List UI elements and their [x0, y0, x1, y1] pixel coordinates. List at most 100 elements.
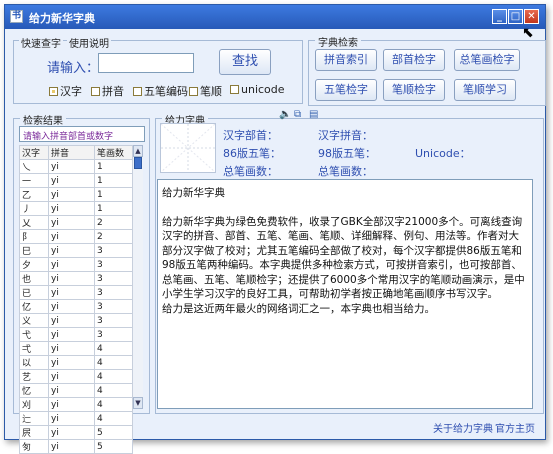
table-row[interactable]: 匇 yi 5 — [19, 439, 133, 454]
search-option-4[interactable]: unicode — [230, 83, 285, 96]
table-row[interactable]: 弌 yi 4 — [19, 341, 133, 356]
table-row[interactable]: 刈 yi 4 — [19, 397, 133, 412]
search-option-label: 汉字 — [60, 85, 82, 98]
column-header[interactable]: 笔画数 — [94, 145, 133, 160]
scroll-up-icon[interactable]: ▲ — [133, 145, 143, 157]
title-bar[interactable]: 书 给力新华字典 _ □ ✕ — [5, 5, 545, 29]
table-row[interactable]: 乀 yi 1 — [19, 159, 133, 174]
search-option-1[interactable]: 拼音 — [91, 83, 124, 99]
table-row[interactable]: 屄 yi 5 — [19, 425, 133, 440]
table-row[interactable]: 乙 yi 1 — [19, 187, 133, 202]
table-row[interactable]: 艺 yi 4 — [19, 369, 133, 384]
table-cell: yi — [48, 215, 95, 230]
table-row[interactable]: 忆 yi 4 — [19, 383, 133, 398]
index-button-4[interactable]: 笔顺检字 — [383, 79, 445, 101]
find-button[interactable]: 查找 — [219, 49, 271, 75]
stroke-order-icon[interactable]: ▤ — [309, 109, 318, 120]
table-cell: 1 — [94, 187, 133, 202]
column-header[interactable]: 拼音 — [48, 145, 95, 160]
table-cell: 巳 — [19, 243, 49, 258]
table-cell: 4 — [94, 369, 133, 384]
speaker-icon[interactable]: 🔈 — [279, 109, 291, 120]
table-row[interactable]: 乂 yi 2 — [19, 215, 133, 230]
about-link[interactable]: 关于给力字典 — [433, 420, 493, 435]
table-row[interactable]: 一 yi 1 — [19, 173, 133, 188]
index-button-2[interactable]: 总笔画检字 — [454, 49, 520, 71]
table-cell: 弋 — [19, 327, 49, 342]
table-cell: 3 — [94, 285, 133, 300]
checkbox-icon[interactable] — [91, 87, 100, 96]
table-cell: 4 — [94, 397, 133, 412]
results-title: 检索结果 — [20, 112, 66, 127]
table-row[interactable]: 以 yi 4 — [19, 355, 133, 370]
results-table: 汉字 拼音 笔画数 乀 yi 1 一 yi 1 乙 yi 1 丿 yi 1 乂 yi 2 阝 yi 2 巳 yi 3 夕 yi 3… — [19, 145, 133, 454]
table-cell: 一 — [19, 173, 49, 188]
table-cell: yi — [48, 383, 95, 398]
results-scrollbar[interactable]: ▲ ▼ — [132, 145, 143, 409]
index-button-5[interactable]: 笔顺学习 — [454, 79, 516, 101]
minimize-button[interactable]: _ — [492, 9, 507, 24]
table-cell: yi — [48, 341, 95, 356]
app-icon: 书 — [10, 10, 23, 23]
table-row[interactable]: 巳 yi 3 — [19, 243, 133, 258]
table-row[interactable]: 丿 yi 1 — [19, 201, 133, 216]
table-cell: 乀 — [19, 159, 49, 174]
results-search-input[interactable]: 请输入拼音部首或数字 — [19, 126, 145, 142]
index-button-1[interactable]: 部首检字 — [383, 49, 445, 71]
strokes-label: 总笔画数： — [223, 165, 278, 178]
window-title: 给力新华字典 — [29, 12, 95, 25]
table-row[interactable]: 辷 yi 4 — [19, 411, 133, 426]
table-cell: 3 — [94, 271, 133, 286]
homepage-link[interactable]: 官方主页 — [495, 420, 535, 435]
table-cell: 5 — [94, 425, 133, 440]
table-cell: 艺 — [19, 369, 49, 384]
intro-text-area[interactable]: 给力新华字典 给力新华字典为绿色免费软件，收录了GBK全部汉字21000多个。可… — [157, 179, 533, 409]
scroll-thumb[interactable] — [134, 157, 142, 169]
close-button[interactable]: ✕ — [524, 9, 539, 24]
table-row[interactable]: 阝 yi 2 — [19, 229, 133, 244]
table-cell: 屄 — [19, 425, 49, 440]
maximize-button[interactable]: □ — [508, 9, 523, 24]
table-cell: 弌 — [19, 341, 49, 356]
menu-quick-lookup[interactable]: 快速查字 — [19, 35, 63, 50]
table-cell: yi — [48, 355, 95, 370]
checkbox-icon[interactable] — [189, 87, 198, 96]
search-option-2[interactable]: 五笔编码 — [133, 83, 188, 99]
table-cell: 1 — [94, 201, 133, 216]
table-cell: 乙 — [19, 187, 49, 202]
column-header[interactable]: 汉字 — [19, 145, 49, 160]
index-button-3[interactable]: 五笔检字 — [315, 79, 377, 101]
checkbox-icon[interactable] — [133, 87, 142, 96]
table-row[interactable]: 弋 yi 3 — [19, 327, 133, 342]
table-row[interactable]: 也 yi 3 — [19, 271, 133, 286]
table-row[interactable]: 义 yi 3 — [19, 313, 133, 328]
table-cell: yi — [48, 285, 95, 300]
index-button-0[interactable]: 拼音索引 — [315, 49, 377, 71]
table-cell: yi — [48, 159, 95, 174]
table-row[interactable]: 夕 yi 3 — [19, 257, 133, 272]
table-cell: 3 — [94, 257, 133, 272]
menu-help[interactable]: 使用说明 — [67, 35, 111, 50]
table-cell: 5 — [94, 439, 133, 454]
search-option-3[interactable]: 笔顺 — [189, 83, 222, 99]
wubi98-label: 98版五笔： — [318, 147, 376, 160]
checkbox-icon[interactable] — [230, 85, 239, 94]
table-cell: yi — [48, 201, 95, 216]
wubi86-label: 86版五笔： — [223, 147, 281, 160]
search-option-label: unicode — [241, 83, 285, 96]
copy-icon[interactable]: ⧉ — [294, 109, 301, 120]
table-cell: yi — [48, 313, 95, 328]
checkbox-icon[interactable] — [49, 87, 58, 96]
character-display — [160, 123, 216, 173]
table-cell: yi — [48, 271, 95, 286]
table-row[interactable]: 已 yi 3 — [19, 285, 133, 300]
table-cell: 乂 — [19, 215, 49, 230]
table-cell: 辷 — [19, 411, 49, 426]
radical-label: 汉字部首： — [223, 129, 278, 142]
search-option-0[interactable]: 汉字 — [49, 83, 82, 99]
table-cell: yi — [48, 243, 95, 258]
table-row[interactable]: 亿 yi 3 — [19, 299, 133, 314]
table-cell: 4 — [94, 383, 133, 398]
scroll-down-icon[interactable]: ▼ — [133, 397, 143, 409]
search-input[interactable] — [98, 53, 194, 73]
